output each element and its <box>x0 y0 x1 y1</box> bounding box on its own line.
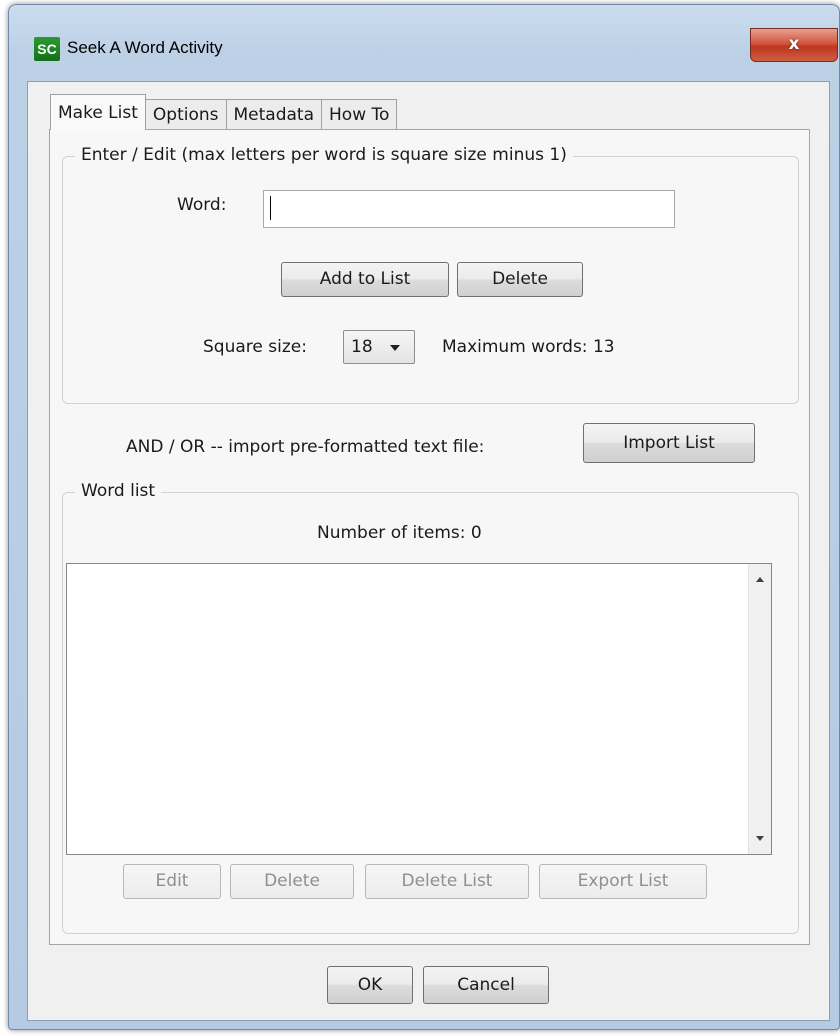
window-title: Seek A Word Activity <box>67 38 223 57</box>
tab-make-list[interactable]: Make List <box>50 94 146 130</box>
import-list-button[interactable]: Import List <box>583 423 755 463</box>
scroll-down-icon[interactable] <box>756 836 764 841</box>
add-to-list-button[interactable]: Add to List <box>281 262 449 297</box>
delete-word-button[interactable]: Delete <box>457 262 583 297</box>
ok-button[interactable]: OK <box>327 966 413 1004</box>
word-label: Word: <box>177 195 227 215</box>
word-list-legend: Word list <box>75 481 162 501</box>
vertical-scrollbar[interactable] <box>748 564 771 854</box>
delete-item-button[interactable]: Delete <box>230 864 354 899</box>
dialog-client-area: Make List Options Metadata How To Enter … <box>27 81 830 1021</box>
close-button[interactable]: x <box>750 28 838 62</box>
scroll-up-icon[interactable] <box>756 577 764 582</box>
enter-edit-legend: Enter / Edit (max letters per word is sq… <box>75 145 573 165</box>
tab-strip: Make List Options Metadata How To <box>50 94 398 130</box>
word-listbox[interactable] <box>66 563 772 855</box>
make-list-panel: Enter / Edit (max letters per word is sq… <box>49 129 810 945</box>
tab-how-to[interactable]: How To <box>321 99 398 130</box>
text-caret <box>270 196 271 220</box>
item-count-text: Number of items: 0 <box>317 523 482 543</box>
square-size-label: Square size: <box>203 337 307 357</box>
cancel-button[interactable]: Cancel <box>423 966 549 1004</box>
export-list-button[interactable]: Export List <box>539 864 707 899</box>
app-logo-icon: SC <box>34 37 60 61</box>
square-size-value: 18 <box>351 337 373 357</box>
tab-options[interactable]: Options <box>144 99 227 130</box>
square-size-select[interactable]: 18 <box>343 330 415 364</box>
chevron-down-icon <box>390 345 400 351</box>
tab-metadata[interactable]: Metadata <box>225 99 323 130</box>
title-bar[interactable]: SC Seek A Word Activity x <box>9 5 839 81</box>
dialog-window: SC Seek A Word Activity x Make List Opti… <box>8 4 840 1030</box>
delete-list-button[interactable]: Delete List <box>365 864 529 899</box>
close-icon: x <box>788 34 800 54</box>
maximum-words-text: Maximum words: 13 <box>442 337 615 357</box>
edit-item-button[interactable]: Edit <box>123 864 221 899</box>
word-list-group: Word list Number of items: 0 Edit Delete… <box>62 481 799 934</box>
word-input[interactable] <box>263 190 675 228</box>
enter-edit-group: Enter / Edit (max letters per word is sq… <box>62 145 799 404</box>
import-label: AND / OR -- import pre-formatted text fi… <box>126 437 485 457</box>
